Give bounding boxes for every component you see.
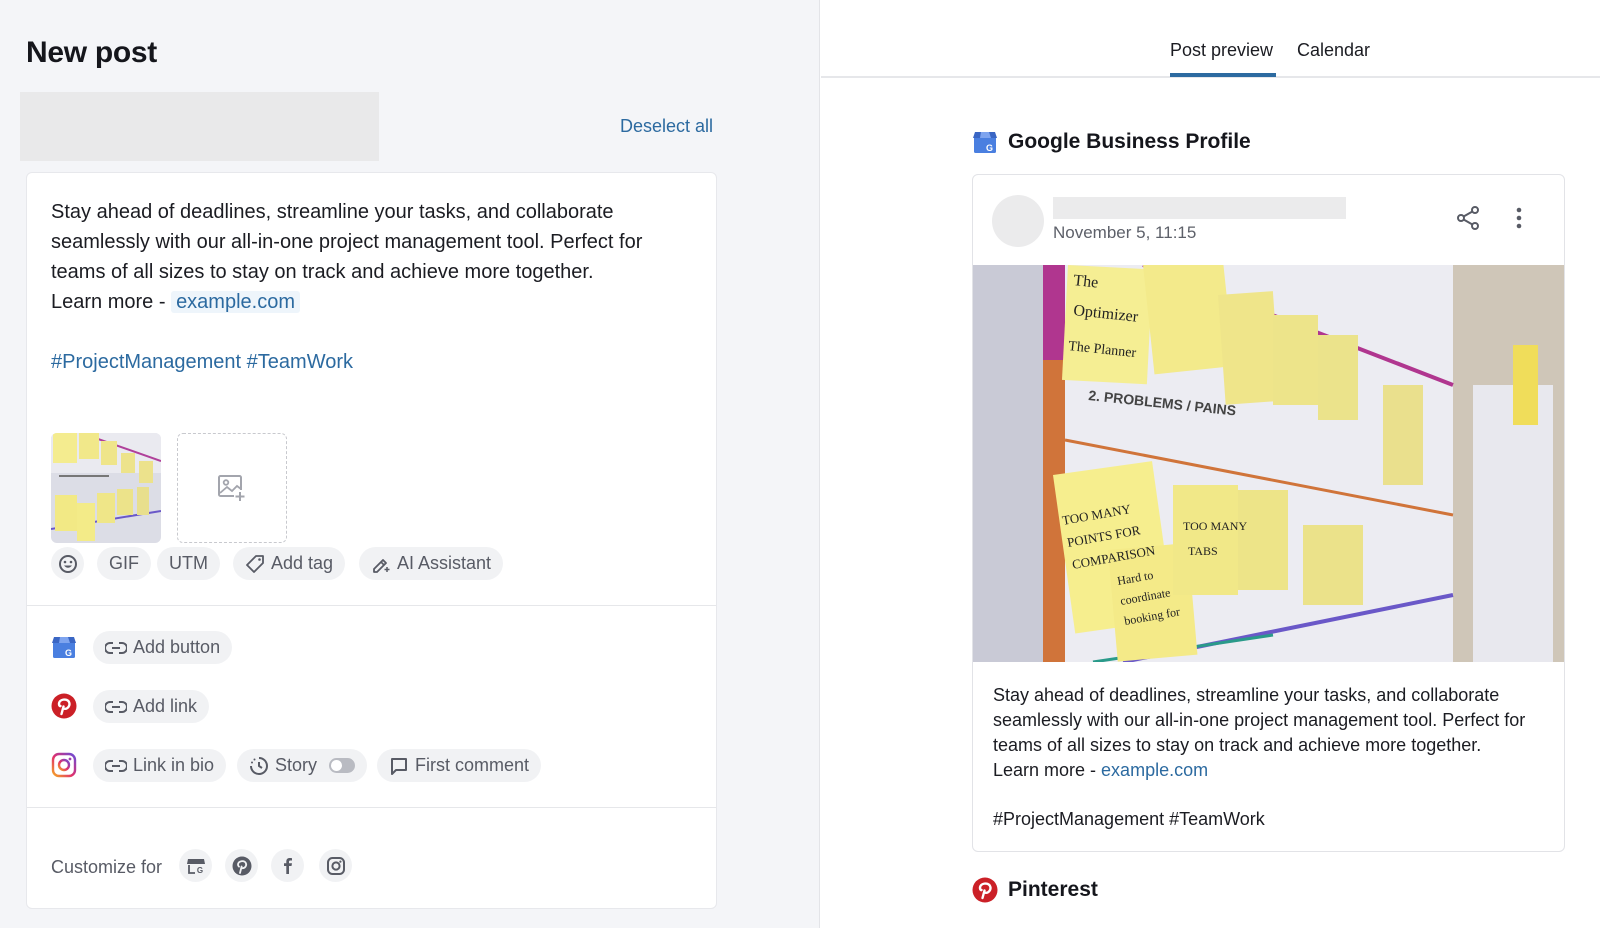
add-tag-label: Add tag <box>271 553 334 573</box>
add-tag-button[interactable]: Add tag <box>233 547 346 580</box>
gif-button[interactable]: GIF <box>97 547 151 580</box>
post-text-editor[interactable]: Stay ahead of deadlines, streamline your… <box>51 197 691 377</box>
svg-text:G: G <box>196 866 202 875</box>
preview-learn-more-prefix: Learn more - <box>993 760 1102 780</box>
link-icon <box>105 641 127 654</box>
magic-pen-icon <box>373 558 390 573</box>
google-business-icon: G <box>186 858 205 875</box>
add-button-label: Add button <box>133 637 221 657</box>
svg-text:The: The <box>1073 272 1100 292</box>
post-date: November 5, 11:15 <box>1053 223 1197 242</box>
instagram-icon <box>51 752 77 778</box>
google-business-preview-heading: G Google Business Profile <box>972 130 1251 154</box>
utm-label: UTM <box>169 553 208 573</box>
story-toggle[interactable] <box>329 758 356 773</box>
link-icon <box>105 759 127 772</box>
link-in-bio-chip[interactable]: Link in bio <box>93 749 227 782</box>
emoji-button[interactable] <box>51 547 84 580</box>
smiley-icon <box>58 554 77 573</box>
divider <box>27 605 716 606</box>
tab-calendar[interactable]: Calendar <box>1297 40 1370 61</box>
gif-label: GIF <box>109 553 139 573</box>
preview-panel: Post preview Calendar G Google Business … <box>821 0 1600 928</box>
image-plus-icon <box>218 475 246 502</box>
svg-text:G: G <box>986 143 993 153</box>
first-comment-label: First comment <box>415 755 530 775</box>
post-image: 2. PROBLEMS / PAINS The Optimizer The Pl… <box>973 265 1564 662</box>
svg-text:G: G <box>65 648 72 658</box>
preview-post-text: Stay ahead of deadlines, streamline your… <box>993 683 1548 832</box>
more-options-icon[interactable] <box>1515 205 1523 231</box>
pinterest-icon <box>232 856 251 875</box>
active-tab-indicator <box>1170 73 1276 77</box>
pinterest-heading-label: Pinterest <box>1008 878 1098 901</box>
page-title: New post <box>26 36 157 69</box>
add-link-label: Add link <box>133 696 198 716</box>
post-editor-card: Stay ahead of deadlines, streamline your… <box>26 172 717 909</box>
add-button-chip[interactable]: Add button <box>93 631 233 664</box>
account-name-placeholder <box>1053 197 1346 219</box>
utm-button[interactable]: UTM <box>157 547 220 580</box>
media-thumbnail[interactable] <box>51 433 161 543</box>
learn-more-prefix: Learn more - <box>51 291 172 313</box>
post-hashtags: #ProjectManagement #TeamWork <box>51 351 353 373</box>
sticky-notes-image: 2. PROBLEMS / PAINS The Optimizer The Pl… <box>973 265 1564 662</box>
composer-panel: New post Deselect all Stay ahead of dead… <box>0 0 820 928</box>
story-label: Story <box>275 755 318 775</box>
google-business-post-preview: November 5, 11:15 2. PROBLEMS / PAINS Th… <box>972 174 1565 852</box>
deselect-all-link[interactable]: Deselect all <box>620 116 713 137</box>
ai-assistant-button[interactable]: AI Assistant <box>359 547 504 580</box>
google-business-icon: G <box>973 132 997 153</box>
share-icon[interactable] <box>1455 205 1481 231</box>
tab-post-preview[interactable]: Post preview <box>1170 40 1273 61</box>
svg-text:TABS: TABS <box>1188 544 1218 558</box>
pinterest-icon <box>972 877 998 903</box>
post-body: Stay ahead of deadlines, streamline your… <box>51 201 643 283</box>
pinterest-icon <box>51 693 77 719</box>
customize-for-label: Customize for <box>51 857 163 877</box>
preview-post-hashtags: #ProjectManagement #TeamWork <box>993 809 1265 829</box>
pinterest-preview-heading: Pinterest <box>972 877 1098 903</box>
google-business-heading-label: Google Business Profile <box>1008 130 1251 153</box>
instagram-icon <box>326 856 345 875</box>
customize-instagram-button[interactable] <box>319 849 352 882</box>
profile-selector[interactable] <box>20 92 379 161</box>
story-chip[interactable]: Story <box>237 749 368 782</box>
link-in-bio-label: Link in bio <box>133 755 215 775</box>
add-link-chip[interactable]: Add link <box>93 690 210 723</box>
customize-pinterest-button[interactable] <box>225 849 258 882</box>
clock-icon <box>250 756 268 775</box>
ai-assistant-label: AI Assistant <box>397 553 492 573</box>
google-business-icon: G <box>52 637 76 658</box>
sticky-notes-image <box>51 433 161 543</box>
customize-google-business-button[interactable]: G <box>179 849 212 882</box>
preview-tabs: Post preview Calendar <box>821 0 1600 78</box>
first-comment-chip[interactable]: First comment <box>377 749 542 782</box>
divider <box>27 807 716 808</box>
link-icon <box>105 700 127 713</box>
preview-post-link[interactable]: example.com <box>1101 760 1208 780</box>
avatar <box>992 195 1044 247</box>
post-link[interactable]: example.com <box>171 291 300 313</box>
preview-post-body: Stay ahead of deadlines, streamline your… <box>993 685 1526 755</box>
comment-icon <box>391 757 407 775</box>
tag-icon <box>246 554 264 573</box>
facebook-icon <box>283 857 292 874</box>
svg-text:TOO MANY: TOO MANY <box>1183 519 1247 533</box>
customize-facebook-button[interactable] <box>271 849 304 882</box>
add-media-button[interactable] <box>177 433 287 543</box>
